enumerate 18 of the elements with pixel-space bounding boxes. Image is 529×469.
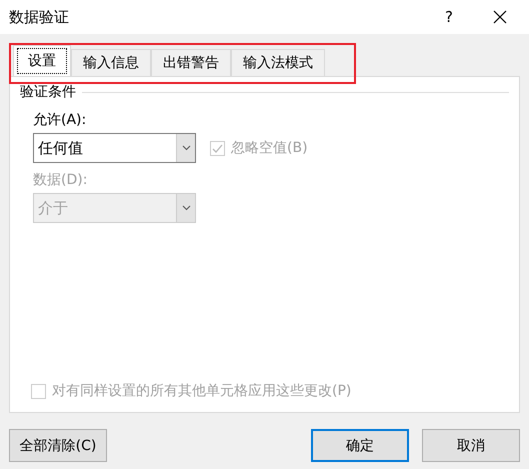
help-button[interactable]: ? xyxy=(445,8,453,26)
tab[interactable]: 输入信息 xyxy=(71,49,151,76)
group-title: 验证条件 xyxy=(20,83,76,101)
chevron-down-icon xyxy=(182,145,190,151)
close-icon[interactable] xyxy=(493,10,507,24)
field-label: 允许(A): xyxy=(33,111,86,129)
chevron-down-icon xyxy=(182,205,190,211)
checkbox-label: 对有同样设置的所有其他单元格应用这些更改(P) xyxy=(52,382,352,400)
allow-dropdown[interactable]: 任何值 xyxy=(33,133,196,163)
tab[interactable]: 输入法模式 xyxy=(231,49,325,76)
tab[interactable]: 设置 xyxy=(13,45,71,76)
window-title: 数据验证 xyxy=(9,8,70,26)
ok-button[interactable]: 确定 xyxy=(311,429,409,462)
tab[interactable]: 出错警告 xyxy=(151,49,231,76)
checkbox-label: 忽略空值(B) xyxy=(231,139,308,157)
field-label: 数据(D): xyxy=(33,171,88,189)
cancel-button[interactable]: 取消 xyxy=(422,429,520,462)
clear-all-button[interactable]: 全部清除(C) xyxy=(9,429,107,462)
